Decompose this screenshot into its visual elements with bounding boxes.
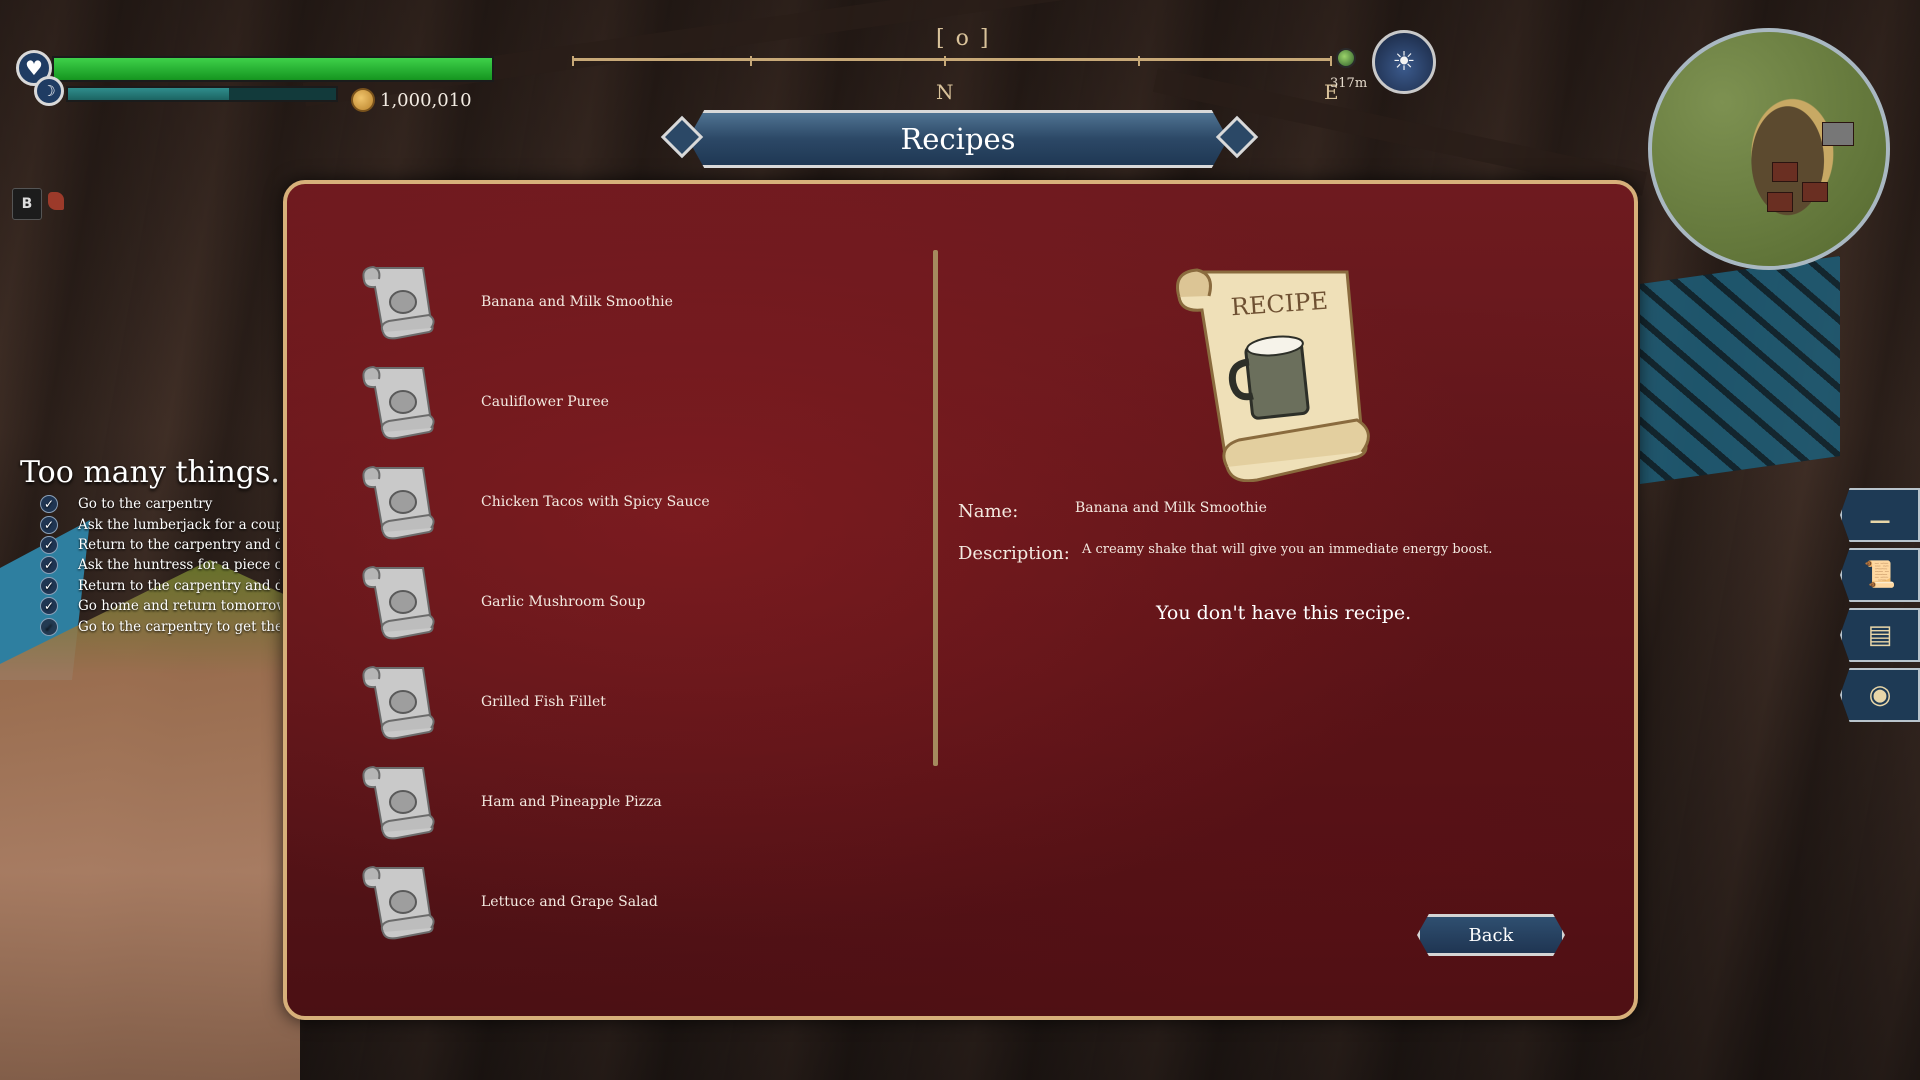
compass-marker: [ o ] — [936, 26, 991, 51]
log-icon: ⚊ — [1868, 500, 1892, 530]
objective-distance: 317m — [1330, 76, 1368, 91]
house-icon — [1822, 122, 1854, 146]
parchment-icon: ▤ — [1867, 620, 1893, 650]
quest-objectives: ✓ Go to the carpentry ✓ Ask the lumberjack … — [40, 494, 280, 637]
back-button[interactable]: Back — [1417, 914, 1565, 956]
quest-objective: ✓ Return to the carpentry and deliv — [40, 535, 280, 555]
coin-count: 1,000,010 — [380, 90, 472, 111]
quest-objective-text: Go to the carpentry to get the firs — [78, 618, 280, 635]
fish-recipe-icon — [357, 662, 437, 742]
lattice-window — [1640, 255, 1840, 485]
recipe-name-value: Banana and Milk Smoothie — [1075, 500, 1267, 516]
recipe-list-item-label: Banana and Milk Smoothie — [481, 294, 673, 310]
recipe-list[interactable]: Banana and Milk Smoothie Cauliflower Pure… — [357, 254, 917, 954]
hotbar-slot-4[interactable]: ◉ — [1840, 668, 1920, 722]
recipe-list-item[interactable]: Garlic Mushroom Soup — [357, 554, 917, 650]
hotbar-slot-3[interactable]: ▤ — [1840, 608, 1920, 662]
sunrise-icon: ☀ — [1372, 30, 1436, 94]
taco-recipe-icon — [357, 462, 437, 542]
house-icon — [1767, 192, 1793, 212]
recipe-list-item-label: Lettuce and Grape Salad — [481, 894, 658, 910]
hotbar-slot-1[interactable]: ⚊ — [1840, 488, 1920, 542]
compass-tick — [1138, 56, 1140, 66]
recipe-list-item[interactable]: Grilled Fish Fillet — [357, 654, 917, 750]
fried-egg-icon: ◉ — [1868, 680, 1892, 710]
quest-objective: ✓ Go home and return tomorrow. — [40, 596, 280, 616]
quest-objective-text: Go to the carpentry — [78, 496, 213, 513]
pizza-recipe-icon — [357, 762, 437, 842]
quest-objective-text: Ask the lumberjack for a couple of — [78, 516, 280, 533]
objective-marker-icon — [1336, 48, 1356, 68]
house-icon — [1772, 162, 1798, 182]
quest-objective: ✓ Go to the carpentry to get the firs — [40, 616, 280, 636]
checkmark-icon: ✓ — [40, 556, 58, 575]
compass-tick — [1330, 56, 1332, 66]
house-icon — [1802, 182, 1828, 202]
compass-tick — [944, 56, 946, 66]
compass-north: N — [936, 80, 954, 104]
recipe-list-item-label: Grilled Fish Fillet — [481, 694, 606, 710]
checkmark-icon: ✓ — [40, 576, 58, 595]
stomach-icon: ☽ — [34, 76, 64, 106]
recipe-list-item[interactable]: Chicken Tacos with Spicy Sauce — [357, 454, 917, 550]
quest-title: Too many things. — [20, 455, 280, 490]
window-title: Recipes — [688, 110, 1228, 168]
recipes-panel: Banana and Milk Smoothie Cauliflower Pure… — [283, 180, 1638, 1020]
salad-recipe-icon — [357, 862, 437, 942]
plate-recipe-icon — [357, 362, 437, 442]
minimap[interactable] — [1648, 28, 1890, 270]
recipe-list-item[interactable]: Lettuce and Grape Salad — [357, 854, 917, 950]
pending-icon: ✓ — [40, 617, 58, 636]
recipe-list-item-label: Ham and Pineapple Pizza — [481, 794, 662, 810]
recipe-scroll-icon: RECIPE — [1176, 268, 1370, 482]
compass-tick — [572, 56, 574, 66]
compass-bar — [572, 58, 1332, 61]
quest-objective-text: Go home and return tomorrow. — [78, 598, 280, 615]
journal-icon — [48, 192, 64, 210]
checkmark-icon: ✓ — [40, 495, 58, 514]
checkmark-icon: ✓ — [40, 597, 58, 616]
recipe-list-item-label: Garlic Mushroom Soup — [481, 594, 646, 610]
health-bar — [52, 56, 494, 82]
recipe-list-item-label: Cauliflower Puree — [481, 394, 609, 410]
health-bar-fill — [54, 58, 492, 80]
quest-objective: ✓ Ask the lumberjack for a couple of — [40, 514, 280, 534]
recipe-list-item-label: Chicken Tacos with Spicy Sauce — [481, 494, 710, 510]
quest-objective: ✓ Ask the huntress for a piece of le — [40, 555, 280, 575]
banner-ornament-right — [1215, 115, 1259, 159]
name-label: Name: — [958, 501, 1019, 522]
recipe-list-item[interactable]: Banana and Milk Smoothie — [357, 254, 917, 350]
description-label: Description: — [958, 543, 1070, 564]
keybind-hint: B — [12, 188, 42, 220]
checkmark-icon: ✓ — [40, 535, 58, 554]
ownership-status: You don't have this recipe. — [1156, 602, 1412, 624]
bowl-recipe-icon — [357, 562, 437, 642]
quest-objective-text: Ask the huntress for a piece of le — [78, 557, 280, 574]
checkmark-icon: ✓ — [40, 515, 58, 534]
recipe-list-item[interactable]: Cauliflower Puree — [357, 354, 917, 450]
quest-objective-text: Return to the carpentry and deliv — [78, 577, 280, 594]
hotbar-slot-2[interactable]: 📜 — [1840, 548, 1920, 602]
recipe-description-value: A creamy shake that will give you an imm… — [1082, 542, 1493, 557]
quest-objective: ✓ Go to the carpentry — [40, 494, 280, 514]
recipe-scroll-image: RECIPE — [1157, 252, 1377, 482]
scroll-icon: 📜 — [1863, 560, 1897, 590]
stamina-bar — [66, 86, 338, 102]
quest-objective: ✓ Return to the carpentry and deliv — [40, 576, 280, 596]
list-scrollbar[interactable] — [933, 250, 938, 766]
quest-objective-text: Return to the carpentry and deliv — [78, 536, 280, 553]
coin-icon — [351, 88, 375, 112]
stamina-bar-fill — [68, 88, 229, 100]
recipe-list-item[interactable]: Ham and Pineapple Pizza — [357, 754, 917, 850]
mug-recipe-icon — [357, 262, 437, 342]
compass-tick — [750, 56, 752, 66]
